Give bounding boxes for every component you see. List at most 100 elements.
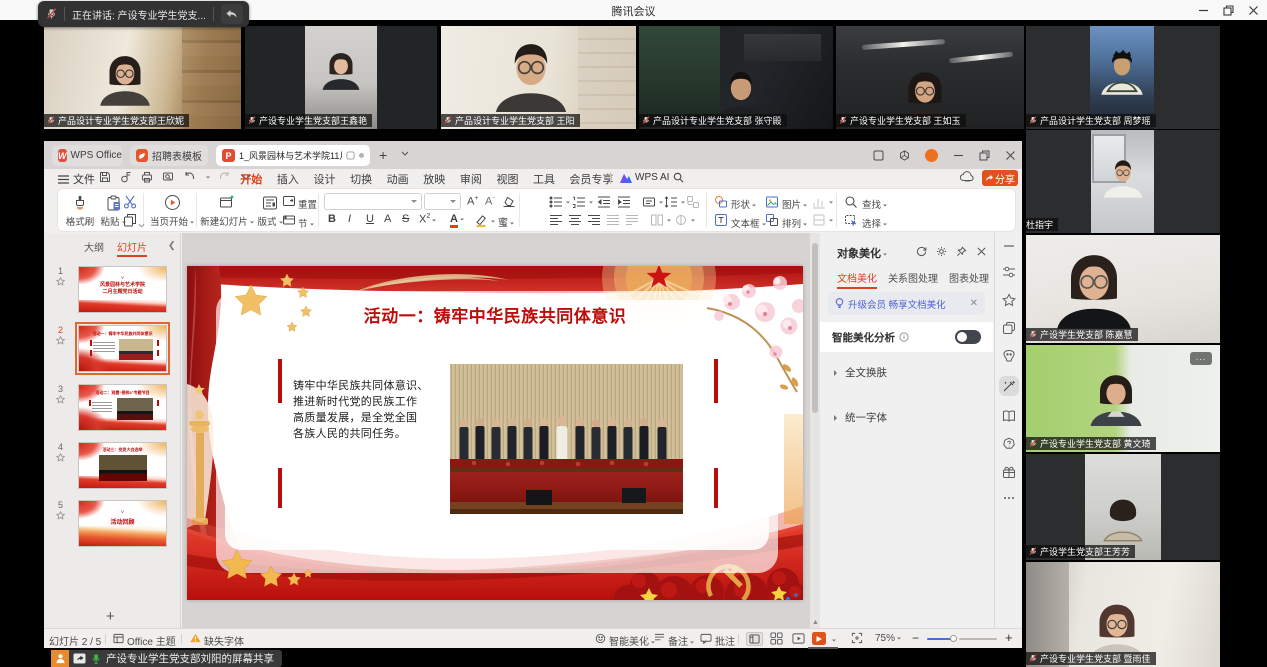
tab-list-icon[interactable] <box>401 151 409 156</box>
normal-view-icon[interactable] <box>746 632 763 646</box>
format-painter-button[interactable]: 格式刷 <box>58 193 102 228</box>
new-slide-button[interactable]: 新建幻灯片 <box>200 193 254 228</box>
material-icon[interactable] <box>1002 349 1016 363</box>
zoom-slider-right[interactable] <box>959 638 997 640</box>
font-size-select[interactable] <box>424 193 461 210</box>
star-icon[interactable] <box>56 395 65 404</box>
add-slide-button[interactable]: + <box>106 608 115 625</box>
line-spacing-icon[interactable] <box>664 195 678 209</box>
clear-format-icon[interactable] <box>502 194 516 208</box>
canvas-scrollbar[interactable]: ▲ <box>810 233 820 628</box>
video-tile[interactable]: 产设专业学生党支部王鑫艳 <box>245 26 437 129</box>
theme-icon[interactable] <box>113 633 124 644</box>
video-tile[interactable]: 产设学生党支部王芳芳 <box>1026 454 1220 560</box>
help-icon[interactable] <box>1002 437 1016 451</box>
restore-icon[interactable] <box>1223 5 1234 16</box>
star-icon[interactable] <box>56 511 65 520</box>
screen-share-icon[interactable] <box>73 653 86 664</box>
find-icon[interactable] <box>844 195 858 209</box>
member-list-icon[interactable] <box>51 650 69 667</box>
reading-view-icon[interactable] <box>792 632 805 645</box>
play-caret-icon[interactable] <box>830 635 836 646</box>
menu-animation[interactable]: 动画 <box>379 171 416 187</box>
comment-label[interactable]: 批注 <box>715 633 735 648</box>
beautify-wand-icon[interactable] <box>1002 379 1016 393</box>
picture-label[interactable]: 图片 <box>782 197 807 211</box>
italic-button[interactable]: I <box>348 213 351 225</box>
shapes-label[interactable]: 形状 <box>731 197 756 211</box>
print-icon[interactable] <box>141 171 153 183</box>
char-border-button[interactable]: A <box>384 213 391 225</box>
task-pane-title[interactable]: 对象美化 <box>837 245 887 261</box>
tab-active-document[interactable]: P 1_风景园林与艺术学院11月主 <box>216 145 370 166</box>
comment-icon[interactable] <box>700 633 712 644</box>
save-icon[interactable] <box>99 171 111 183</box>
star-icon[interactable] <box>56 277 65 286</box>
share-button[interactable]: 分享 <box>982 170 1018 186</box>
menu-review[interactable]: 审阅 <box>453 171 490 187</box>
undo-icon[interactable] <box>183 171 195 183</box>
star-icon[interactable] <box>56 453 65 462</box>
new-tab-button[interactable]: + <box>379 147 387 163</box>
distribute-icon[interactable] <box>625 213 639 227</box>
wps-restore-icon[interactable] <box>979 150 990 161</box>
panel-collapse-icon[interactable]: ❮ <box>168 240 176 251</box>
columns-icon[interactable] <box>650 213 664 227</box>
zoom-slider-knob[interactable] <box>950 635 957 642</box>
menu-design[interactable]: 设计 <box>306 171 343 187</box>
notes-icon[interactable] <box>654 633 665 643</box>
notes-label[interactable]: 备注 <box>668 633 694 648</box>
tile-more-button[interactable]: ... <box>1190 352 1212 365</box>
select-label[interactable]: 选择 <box>862 216 887 230</box>
video-tile[interactable]: 产设专业学生党支部 暨雨佳 <box>1026 562 1220 667</box>
menu-insert[interactable]: 插入 <box>270 171 307 187</box>
video-tile[interactable]: 产设专业学生党支部 王如玉 <box>836 26 1024 129</box>
strip-more-icon[interactable] <box>1002 491 1016 505</box>
properties-icon[interactable] <box>1002 265 1016 279</box>
number-list-icon[interactable] <box>572 195 586 209</box>
align-center-icon[interactable] <box>568 213 582 227</box>
gift-icon[interactable] <box>1002 465 1016 479</box>
tab-template-doc[interactable]: 招聘表模板 <box>130 145 208 166</box>
redo-icon[interactable] <box>219 171 231 183</box>
menu-home[interactable]: 开始 <box>233 171 270 187</box>
video-tile[interactable]: 杜指宇 <box>1026 130 1220 233</box>
play-from-current-button[interactable]: 当页开始 <box>150 193 194 228</box>
highlight-color-icon[interactable] <box>474 214 488 228</box>
member-upgrade-banner[interactable]: 升级会员 畅享文档美化 ✕ <box>828 292 985 315</box>
align-right-icon[interactable] <box>587 213 601 227</box>
full-skin-item[interactable]: 全文换肤 <box>834 365 887 380</box>
file-menu[interactable]: 文件 <box>58 171 95 187</box>
superscript-button[interactable]: X2 <box>419 213 436 226</box>
fit-window-icon[interactable] <box>851 632 863 644</box>
zoom-in-button[interactable]: + <box>1005 630 1013 645</box>
slide-canvas-area[interactable]: 活动一：铸牢中华民族共同体意识 铸牢中华民族共同体意识、 推进新时代党的民族工作… <box>182 233 810 628</box>
restore-meeting-button[interactable] <box>221 4 243 24</box>
align-left-icon[interactable] <box>549 213 563 227</box>
banner-close-icon[interactable]: ✕ <box>970 298 978 309</box>
video-tile[interactable]: 产品设计专业学生党支部王欣妮 <box>44 26 241 129</box>
star-icon[interactable] <box>56 336 65 345</box>
smart-beautify-icon[interactable] <box>595 633 606 644</box>
pane-tab-chart[interactable]: 图表处理 <box>949 270 989 285</box>
strike-button[interactable]: S <box>402 213 409 225</box>
tab-outline[interactable]: 大纲 <box>84 239 104 254</box>
pane-tab-diagram[interactable]: 关系图处理 <box>888 270 938 285</box>
text-direction-icon[interactable] <box>642 195 656 209</box>
slide-photo[interactable] <box>450 364 683 514</box>
increase-font-button[interactable]: A+ <box>467 195 478 208</box>
wps-close-icon[interactable] <box>1005 150 1016 161</box>
select-icon[interactable] <box>844 213 858 227</box>
print-preview-icon[interactable] <box>162 171 174 183</box>
font-family-select[interactable] <box>324 193 422 210</box>
pane-close-icon[interactable] <box>976 246 987 257</box>
pane-pin-icon[interactable] <box>956 246 967 257</box>
slide-canvas[interactable]: 活动一：铸牢中华民族共同体意识 铸牢中华民族共同体意识、 推进新时代党的民族工作… <box>187 266 803 600</box>
theme-label[interactable]: Office 主题 <box>127 633 176 648</box>
minimize-icon[interactable] <box>1198 5 1209 16</box>
layout-switch-icon[interactable] <box>873 150 884 161</box>
pane-tab-doc-beautify[interactable]: 文档美化 <box>837 270 877 285</box>
video-tile[interactable]: 产品设计专业学生党支部 张守殿 <box>639 26 833 129</box>
export-pdf-icon[interactable] <box>120 171 132 183</box>
screen-share-bar[interactable]: 产设专业学生党支部刘阳的屏幕共享 <box>51 650 282 667</box>
